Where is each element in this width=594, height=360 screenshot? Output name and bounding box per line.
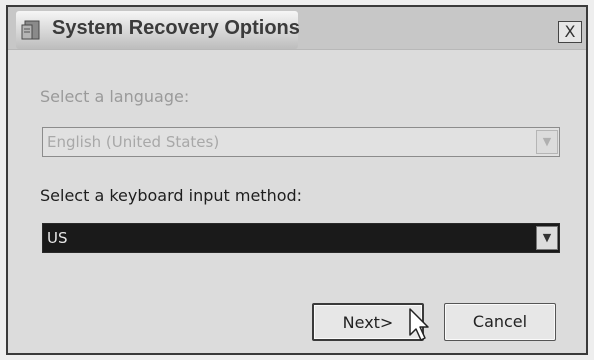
language-value: English (United States) <box>47 133 220 151</box>
close-button[interactable]: X <box>558 21 582 43</box>
chevron-down-icon[interactable]: ▼ <box>536 130 558 154</box>
window-title: System Recovery Options <box>52 17 300 39</box>
language-select[interactable]: English (United States) ▼ <box>42 127 560 157</box>
system-recovery-dialog: System Recovery Options X Select a langu… <box>6 5 588 355</box>
recovery-app-icon <box>21 20 40 40</box>
mouse-pointer-icon <box>409 308 429 341</box>
keyboard-value: US <box>47 229 68 247</box>
keyboard-label: Select a keyboard input method: <box>40 186 303 205</box>
title-bar[interactable]: System Recovery Options X <box>8 7 586 50</box>
chevron-down-icon[interactable]: ▼ <box>536 226 558 250</box>
language-label: Select a language: <box>40 87 190 106</box>
keyboard-select[interactable]: US ▼ <box>42 223 560 253</box>
cancel-button[interactable]: Cancel <box>444 303 556 341</box>
